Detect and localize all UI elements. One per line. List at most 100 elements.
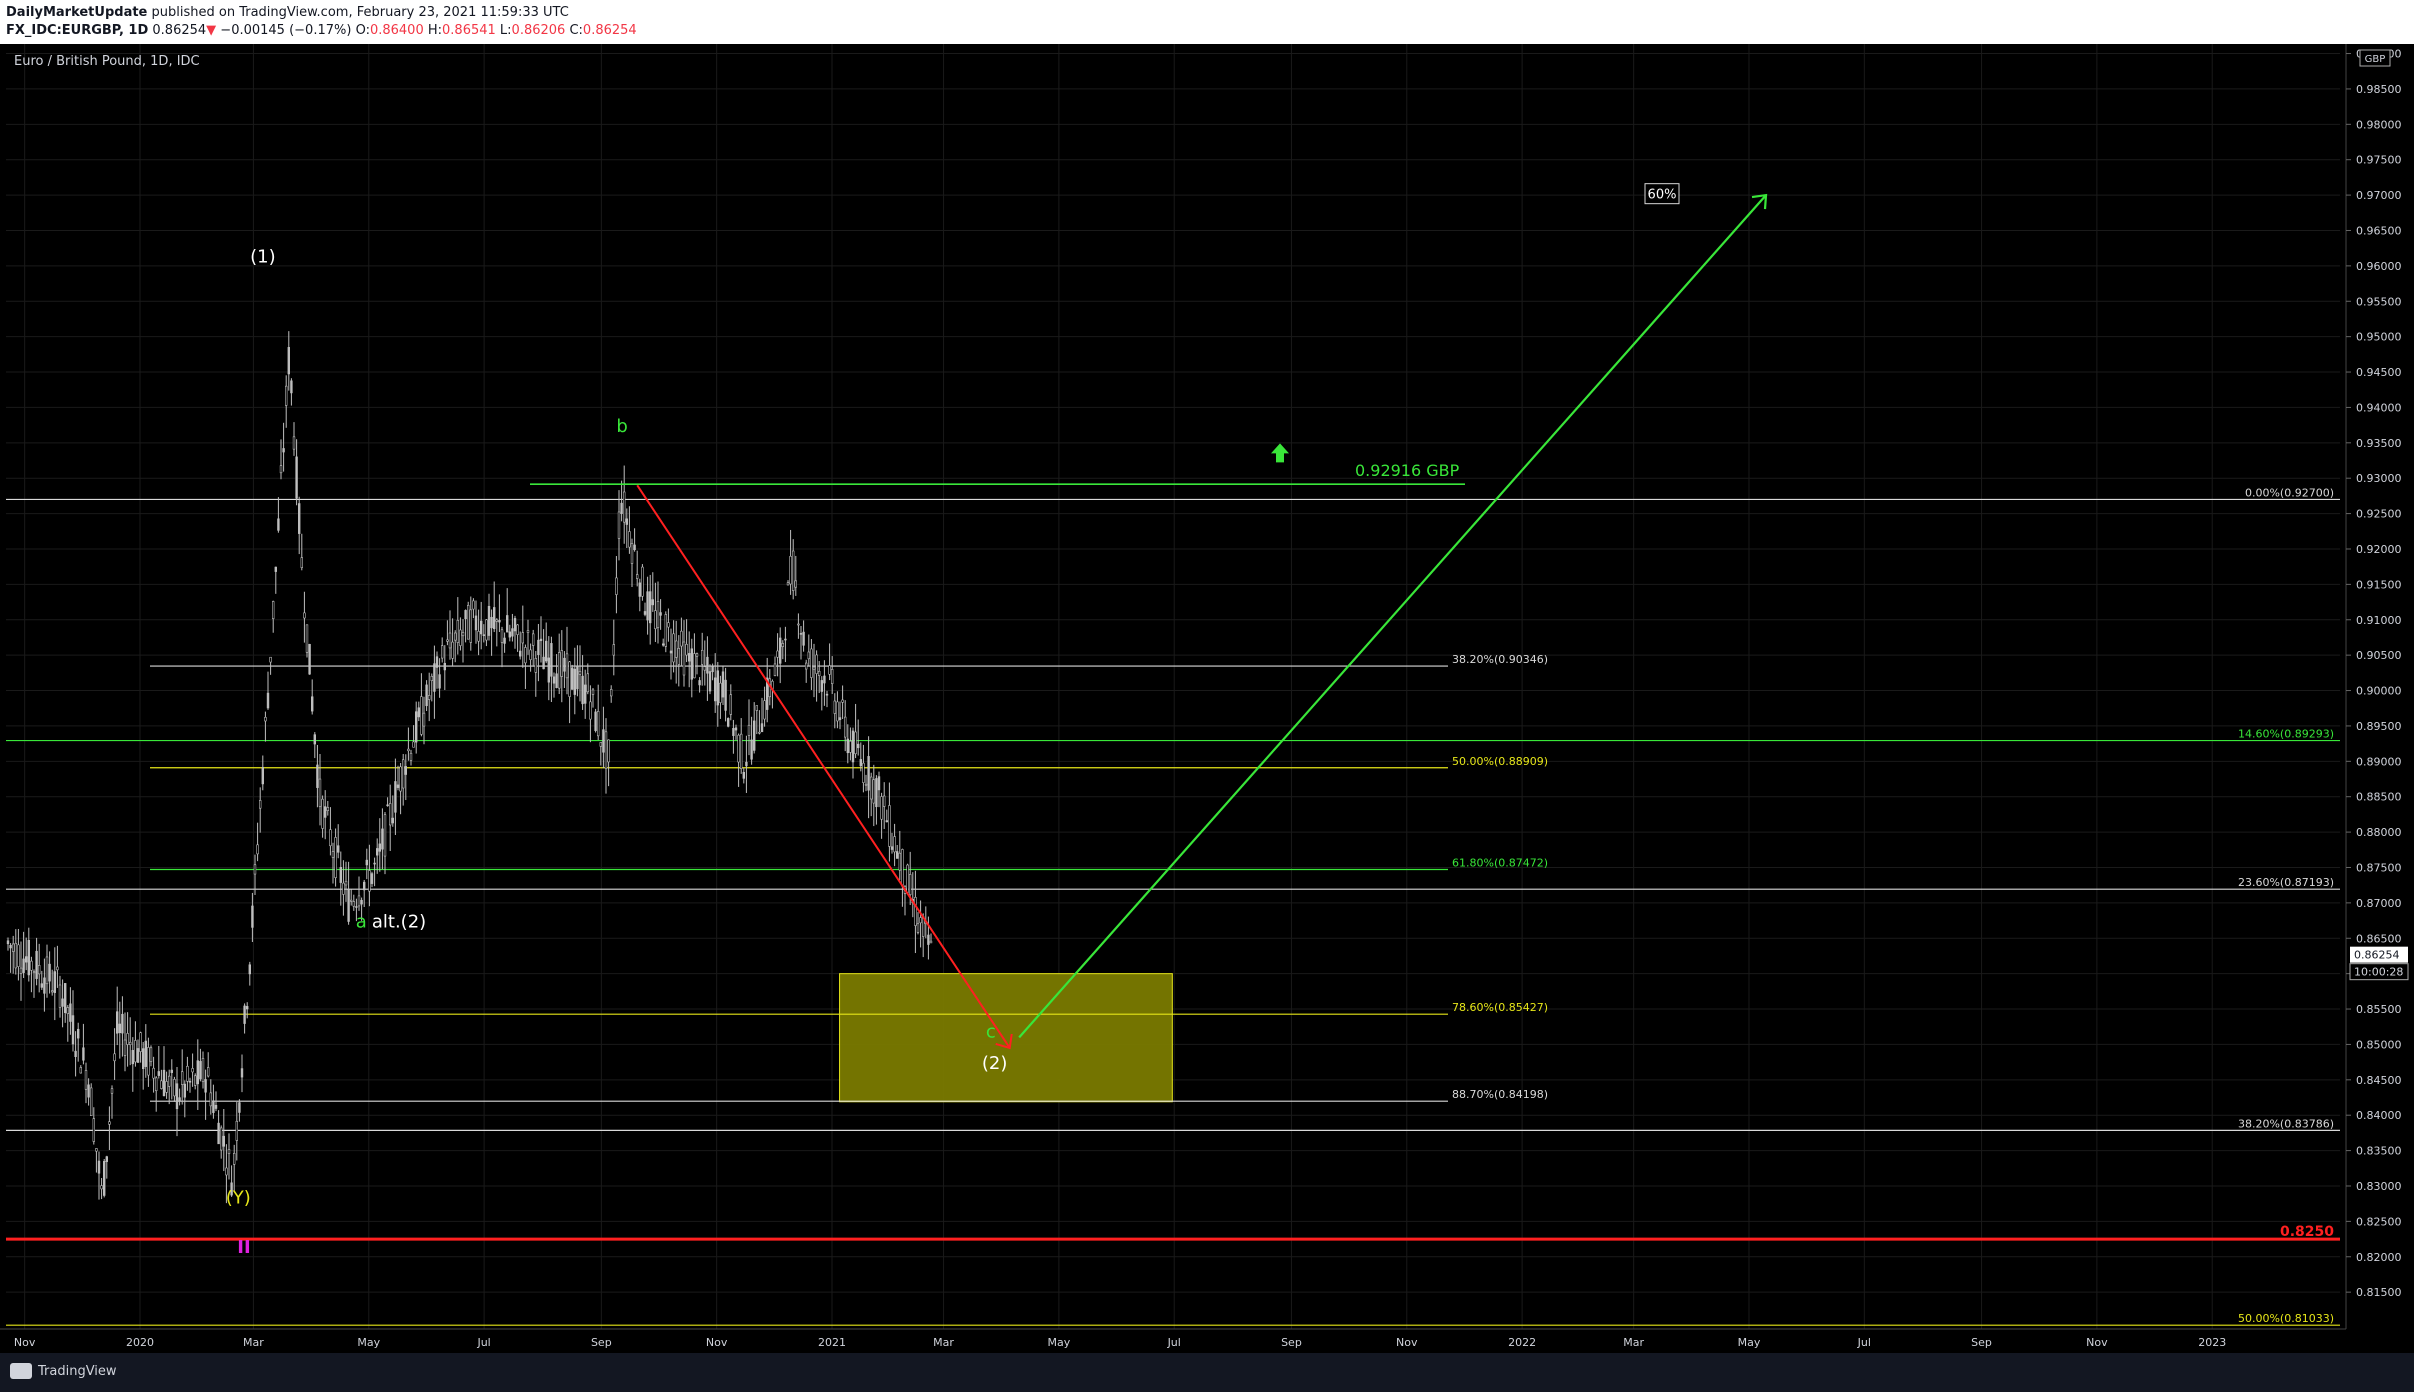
candle-body bbox=[643, 611, 647, 615]
candle-body bbox=[142, 1048, 145, 1070]
candle-body bbox=[680, 630, 683, 647]
candle-body bbox=[253, 864, 257, 875]
candle-body bbox=[739, 733, 743, 769]
candle-body bbox=[841, 699, 844, 703]
candle-body bbox=[407, 748, 410, 752]
candle-body bbox=[147, 1047, 150, 1076]
percent-label: 60% bbox=[1648, 188, 1677, 203]
candle-body bbox=[479, 620, 483, 635]
candle-body bbox=[661, 643, 665, 646]
candle-body bbox=[531, 633, 535, 646]
fib-label: 14.60%(0.89293) bbox=[2238, 728, 2334, 741]
candle-body bbox=[155, 1077, 158, 1092]
candle-body bbox=[797, 623, 800, 626]
candle-body bbox=[641, 566, 644, 597]
candle-body bbox=[706, 656, 709, 674]
price-tick-label: 0.91500 bbox=[2356, 578, 2402, 591]
candle-body bbox=[225, 1167, 228, 1176]
candle-body bbox=[594, 711, 597, 732]
price-tick-label: 0.92000 bbox=[2356, 543, 2402, 556]
grid bbox=[6, 44, 2340, 1329]
candle-body bbox=[144, 1040, 147, 1067]
candle-body bbox=[310, 696, 314, 712]
candle-body bbox=[810, 648, 813, 678]
price-tick-label: 0.93000 bbox=[2356, 472, 2402, 485]
candle-body bbox=[843, 716, 847, 738]
time-tick-label: Nov bbox=[706, 1336, 728, 1349]
candle-body bbox=[105, 1156, 109, 1162]
candle-body bbox=[162, 1069, 166, 1097]
candle-body bbox=[568, 661, 571, 697]
symbol-label: FX_IDC:EURGBP, 1D bbox=[6, 23, 149, 38]
candle-body bbox=[430, 675, 433, 681]
author-name[interactable]: DailyMarketUpdate bbox=[6, 5, 147, 20]
candle-body bbox=[669, 650, 673, 654]
price-tick-label: 0.94000 bbox=[2356, 401, 2402, 414]
candle-body bbox=[295, 456, 298, 499]
candle-body bbox=[823, 675, 826, 684]
chart-svg[interactable]: 0.00%(0.92700) 38.20%(0.90346) 14.60%(0.89… bbox=[0, 44, 2414, 1353]
candle-body bbox=[235, 1120, 238, 1141]
candle-body bbox=[61, 998, 64, 1007]
candle-body bbox=[713, 677, 717, 702]
price-tick-label: 0.83000 bbox=[2356, 1180, 2402, 1193]
candle-body bbox=[836, 701, 839, 722]
candle-body bbox=[357, 895, 361, 907]
candle-body bbox=[323, 806, 327, 818]
up-arrow-icon bbox=[1271, 443, 1289, 463]
price-axis[interactable]: 0.81500 0.82000 0.82500 0.83000 0.83500 0.840… bbox=[2345, 44, 2409, 1329]
candle-body bbox=[220, 1127, 223, 1151]
candle-body bbox=[375, 848, 379, 856]
time-tick-label: Sep bbox=[1281, 1336, 1302, 1349]
wave-label: a bbox=[356, 912, 367, 933]
wave-label: c bbox=[986, 1021, 996, 1042]
candle-body bbox=[495, 619, 498, 622]
candle-body bbox=[448, 632, 452, 649]
candle-body bbox=[48, 963, 51, 982]
candle-body bbox=[851, 730, 855, 763]
low-value: 0.86206 bbox=[511, 23, 566, 38]
price-candles bbox=[6, 331, 933, 1204]
candle-body bbox=[703, 666, 707, 671]
candle-body bbox=[233, 1153, 236, 1165]
candle-body bbox=[344, 880, 348, 886]
time-tick-label: 2020 bbox=[126, 1336, 154, 1349]
candle-body bbox=[113, 1053, 116, 1062]
candle-body bbox=[817, 670, 821, 676]
candle-body bbox=[581, 675, 584, 705]
chart-area[interactable]: 0.00%(0.92700) 38.20%(0.90346) 14.60%(0.89… bbox=[0, 44, 2414, 1353]
time-tick-label: Sep bbox=[1971, 1336, 1992, 1349]
candle-body bbox=[505, 615, 509, 633]
candle-body bbox=[745, 761, 748, 767]
candle-body bbox=[901, 849, 904, 887]
candle-body bbox=[674, 640, 678, 658]
tradingview-logo[interactable]: TradingView bbox=[10, 1363, 117, 1379]
candle-body bbox=[914, 897, 917, 926]
candle-body bbox=[409, 752, 413, 761]
candle-body bbox=[570, 667, 574, 690]
candle-body bbox=[82, 1047, 85, 1061]
candle-body bbox=[66, 1007, 70, 1014]
price-tick-label: 0.90000 bbox=[2356, 685, 2402, 698]
candle-body bbox=[103, 1161, 106, 1196]
candle-body bbox=[292, 436, 296, 450]
candle-body bbox=[58, 984, 62, 1008]
time-axis[interactable]: Nov 2020 Mar May Jul Sep Nov 2021 Mar May Jul Sep No… bbox=[0, 1328, 2346, 1349]
candle-body bbox=[194, 1075, 197, 1086]
candle-body bbox=[77, 1028, 80, 1039]
candle-body bbox=[84, 1070, 88, 1090]
candle-body bbox=[440, 645, 444, 659]
candle-body bbox=[178, 1097, 181, 1102]
candle-body bbox=[271, 601, 275, 619]
candle-body bbox=[19, 967, 23, 974]
candle-body bbox=[612, 644, 616, 656]
candle-body bbox=[791, 550, 795, 591]
price-tick-label: 0.91000 bbox=[2356, 614, 2402, 627]
candle-body bbox=[297, 503, 301, 534]
candle-body bbox=[396, 784, 400, 788]
candle-body bbox=[74, 1050, 77, 1057]
candle-body bbox=[651, 599, 655, 606]
candle-body bbox=[459, 629, 462, 646]
candle-body bbox=[578, 671, 582, 675]
price-tick-label: 0.86500 bbox=[2356, 932, 2402, 945]
